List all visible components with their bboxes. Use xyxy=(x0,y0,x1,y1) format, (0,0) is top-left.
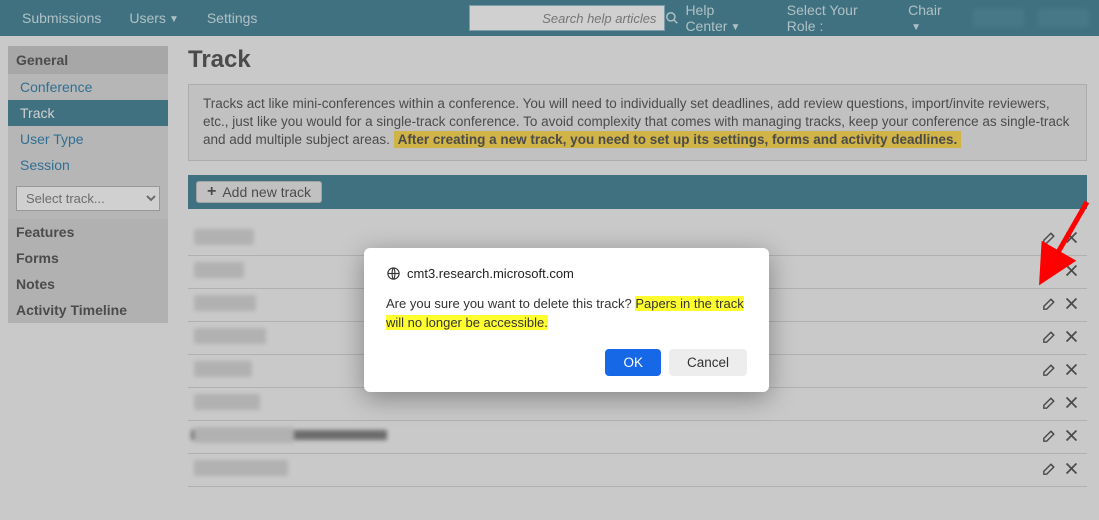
dialog-buttons: OK Cancel xyxy=(386,349,747,376)
dialog-message: Are you sure you want to delete this tra… xyxy=(386,295,747,333)
globe-icon xyxy=(386,266,401,281)
confirm-delete-dialog: cmt3.research.microsoft.com Are you sure… xyxy=(364,248,769,392)
dialog-origin: cmt3.research.microsoft.com xyxy=(386,266,747,281)
dialog-origin-text: cmt3.research.microsoft.com xyxy=(407,266,574,281)
dialog-cancel-button[interactable]: Cancel xyxy=(669,349,747,376)
dialog-ok-button[interactable]: OK xyxy=(605,349,661,376)
dialog-message-plain: Are you sure you want to delete this tra… xyxy=(386,296,635,311)
